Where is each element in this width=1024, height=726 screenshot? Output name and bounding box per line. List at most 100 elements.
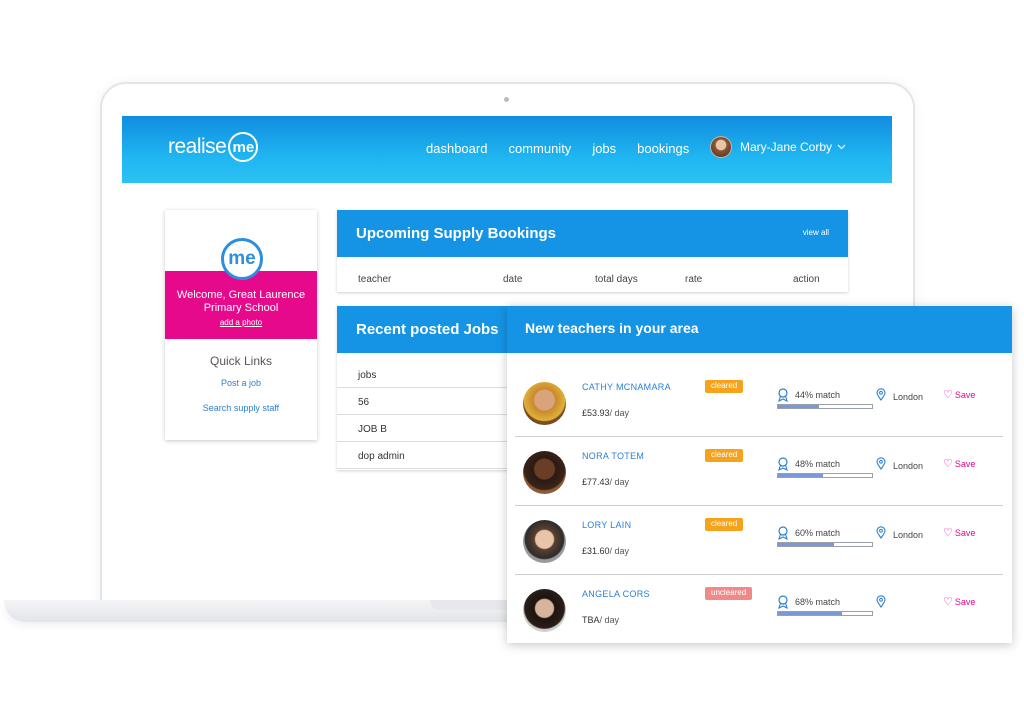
save-label: Save bbox=[954, 390, 976, 400]
heart-icon: ♡ bbox=[943, 457, 953, 470]
school-avatar: me bbox=[221, 238, 263, 280]
table-row[interactable]: dop admin bbox=[337, 442, 517, 469]
bookings-title: Upcoming Supply Bookings bbox=[356, 225, 557, 242]
teacher-name[interactable]: LORY LAIN bbox=[582, 520, 631, 530]
view-all-link[interactable]: view all bbox=[803, 228, 829, 237]
teacher-row[interactable]: NORA TOTEM £77.43/ day cleared 48% match Lon… bbox=[515, 437, 1003, 506]
teacher-name[interactable]: ANGELA CORS bbox=[582, 589, 650, 599]
match-bar bbox=[777, 611, 873, 616]
col-date: date bbox=[503, 274, 523, 285]
location-pin-icon bbox=[876, 457, 886, 470]
location-pin-icon bbox=[876, 526, 886, 539]
col-total-days: total days bbox=[595, 274, 638, 285]
save-button[interactable]: ♡ Save bbox=[943, 457, 976, 470]
rate-unit: / day bbox=[609, 546, 630, 556]
nav-community[interactable]: community bbox=[508, 141, 571, 156]
teacher-name[interactable]: CATHY MCNAMARA bbox=[582, 382, 671, 392]
user-avatar bbox=[710, 136, 732, 158]
match-bar bbox=[777, 542, 873, 547]
match-bar-fill bbox=[778, 543, 835, 546]
user-menu[interactable]: Mary-Jane Corby bbox=[710, 136, 846, 158]
match-bar bbox=[777, 473, 873, 478]
teacher-row[interactable]: LORY LAIN £31.60/ day cleared 60% match Lond… bbox=[515, 506, 1003, 575]
new-teachers-card: New teachers in your area CATHY MCNAMARA… bbox=[507, 306, 1012, 643]
col-rate: rate bbox=[685, 274, 703, 285]
camera-dot bbox=[504, 97, 509, 102]
location-text: London bbox=[893, 392, 924, 402]
rate-value: £77.43 bbox=[582, 477, 610, 487]
rate-unit: / day bbox=[609, 408, 630, 418]
match-bar-fill bbox=[778, 612, 842, 615]
add-photo-link[interactable]: add a photo bbox=[165, 318, 317, 327]
match-ribbon-icon bbox=[778, 595, 788, 609]
heart-icon: ♡ bbox=[943, 526, 953, 539]
location-pin-icon bbox=[876, 388, 886, 401]
logo-text: realise bbox=[168, 135, 227, 158]
match-text: 60% match bbox=[795, 528, 841, 538]
table-row: jobs bbox=[337, 361, 517, 388]
welcome-banner: Welcome, Great Laurence Primary School a… bbox=[165, 271, 317, 339]
upcoming-bookings-panel: Upcoming Supply Bookings view all teache… bbox=[337, 210, 848, 292]
save-button[interactable]: ♡ Save bbox=[943, 388, 976, 401]
save-button[interactable]: ♡ Save bbox=[943, 595, 976, 608]
teacher-rate: £31.60/ day bbox=[582, 546, 629, 556]
match-bar-fill bbox=[778, 474, 824, 477]
teacher-photo[interactable] bbox=[523, 451, 566, 494]
status-badge: cleared bbox=[705, 518, 744, 531]
bookings-header: Upcoming Supply Bookings view all bbox=[337, 210, 848, 257]
welcome-title: Welcome, Great Laurence Primary School bbox=[176, 289, 306, 314]
heart-icon: ♡ bbox=[943, 388, 953, 401]
col-action: action bbox=[793, 274, 820, 285]
user-name: Mary-Jane Corby bbox=[740, 140, 833, 154]
match-text: 48% match bbox=[795, 459, 841, 469]
table-row[interactable]: JOB B bbox=[337, 415, 517, 442]
location-text: London bbox=[893, 461, 924, 471]
teacher-name[interactable]: NORA TOTEM bbox=[582, 451, 644, 461]
new-teachers-title: New teachers in your area bbox=[507, 306, 1012, 353]
teacher-photo[interactable] bbox=[523, 382, 566, 425]
post-job-link[interactable]: Post a job bbox=[165, 378, 317, 388]
welcome-card: me Welcome, Great Laurence Primary Schoo… bbox=[165, 210, 317, 440]
teacher-photo[interactable] bbox=[523, 589, 566, 632]
teacher-photo[interactable] bbox=[523, 520, 566, 563]
match-bar bbox=[777, 404, 873, 409]
status-badge: cleared bbox=[705, 449, 744, 462]
status-badge: uncleared bbox=[705, 587, 753, 600]
save-button[interactable]: ♡ Save bbox=[943, 526, 976, 539]
nav-dashboard[interactable]: dashboard bbox=[426, 141, 487, 156]
teacher-row[interactable]: ANGELA CORS TBA/ day uncleared 68% match ♡ Sa… bbox=[515, 575, 1003, 644]
rate-unit: / day bbox=[609, 477, 630, 487]
match-ribbon-icon bbox=[778, 388, 788, 402]
quick-links-title: Quick Links bbox=[209, 354, 273, 368]
save-label: Save bbox=[954, 528, 976, 538]
location-pin-icon bbox=[876, 595, 886, 608]
nav-jobs[interactable]: jobs bbox=[592, 141, 616, 156]
save-label: Save bbox=[954, 459, 976, 469]
realise-me-logo[interactable]: realise me bbox=[168, 132, 259, 162]
teacher-rate: £53.93/ day bbox=[582, 408, 629, 418]
match-ribbon-icon bbox=[778, 457, 788, 471]
top-navbar: realise me dashboard community jobs book… bbox=[122, 116, 892, 183]
match-text: 44% match bbox=[795, 390, 841, 400]
jobs-title: Recent posted Jobs bbox=[356, 321, 499, 338]
save-label: Save bbox=[954, 597, 976, 607]
status-badge: cleared bbox=[705, 380, 744, 393]
rate-unit: / day bbox=[599, 615, 620, 625]
rate-value: £31.60 bbox=[582, 546, 610, 556]
match-text: 68% match bbox=[795, 597, 841, 607]
chevron-down-icon bbox=[837, 142, 846, 152]
nav-bookings[interactable]: bookings bbox=[637, 141, 689, 156]
heart-icon: ♡ bbox=[943, 595, 953, 608]
rate-value: TBA bbox=[582, 615, 600, 625]
main-nav: dashboard community jobs bookings bbox=[426, 141, 689, 156]
teacher-row[interactable]: CATHY MCNAMARA £53.93/ day cleared 44% matc… bbox=[515, 368, 1003, 437]
logo-me-circle: me bbox=[228, 132, 259, 162]
rate-value: £53.93 bbox=[582, 408, 610, 418]
location-text: London bbox=[893, 530, 924, 540]
teacher-rate: £77.43/ day bbox=[582, 477, 629, 487]
search-supply-staff-link[interactable]: Search supply staff bbox=[165, 403, 317, 413]
match-bar-fill bbox=[778, 405, 820, 408]
match-ribbon-icon bbox=[778, 526, 788, 540]
teacher-rate: TBA/ day bbox=[582, 615, 619, 625]
table-row[interactable]: 56 bbox=[337, 388, 517, 415]
